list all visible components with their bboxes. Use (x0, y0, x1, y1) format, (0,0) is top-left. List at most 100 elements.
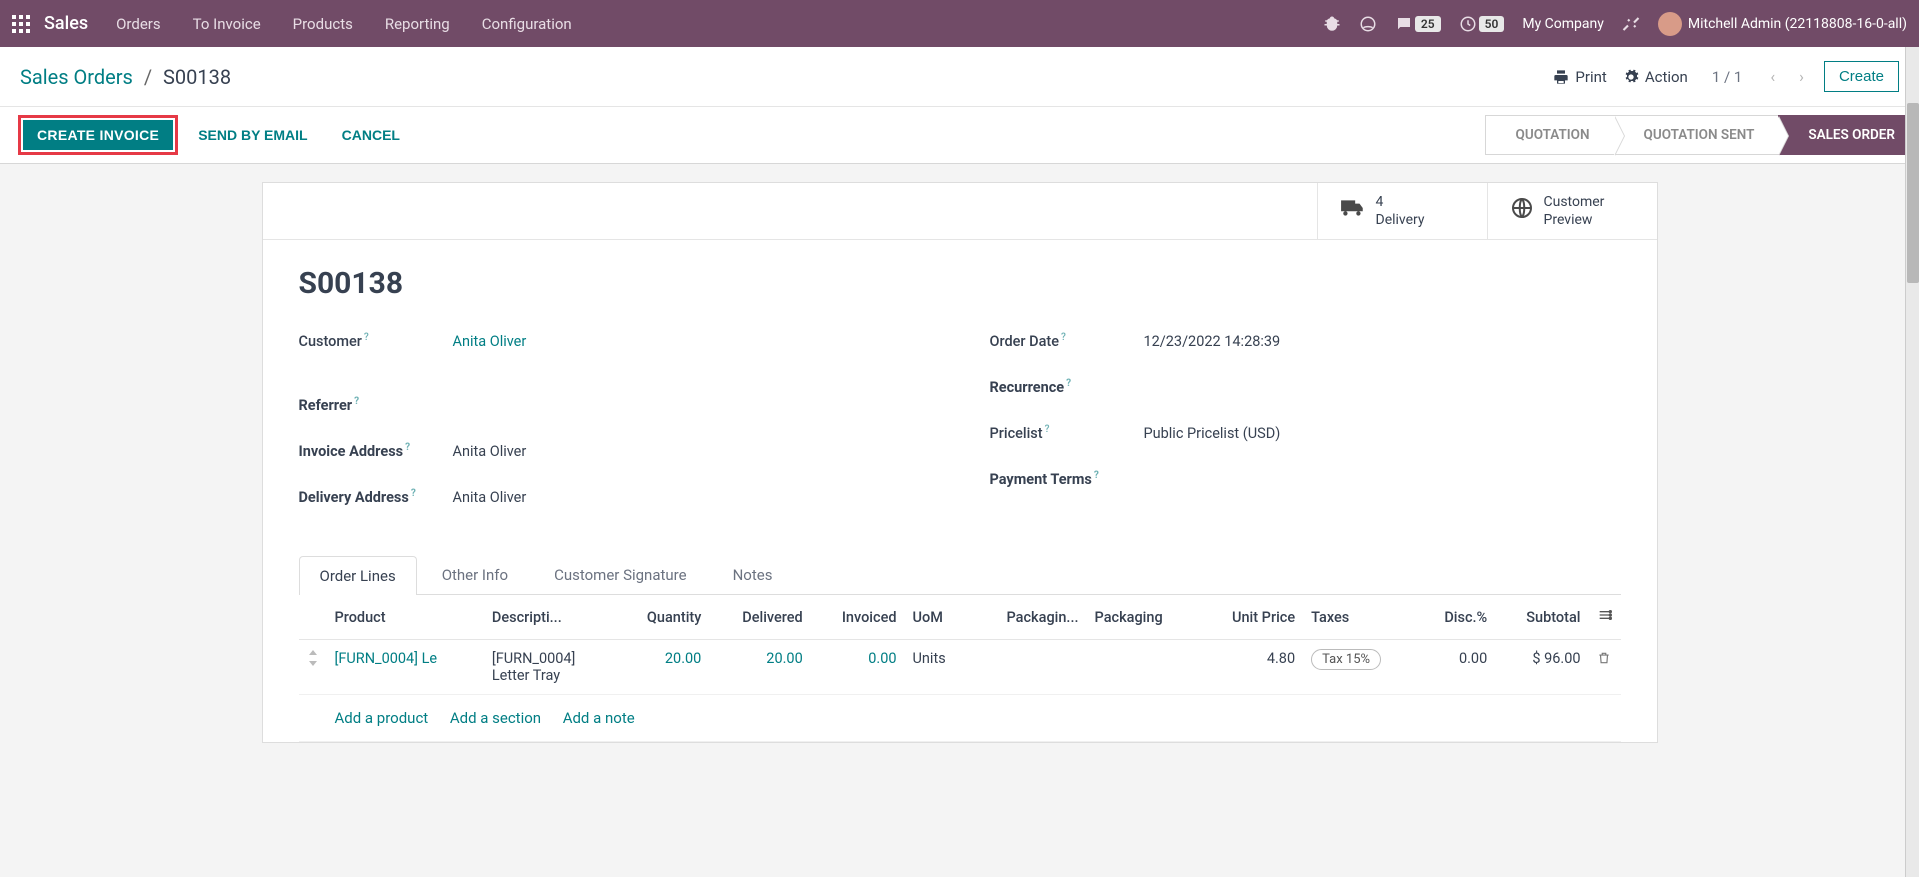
status-quotation-sent[interactable]: QUOTATION SENT (1614, 115, 1779, 155)
order-name: S00138 (299, 266, 1621, 301)
customer-preview-button[interactable]: Customer Preview (1487, 183, 1657, 239)
create-button[interactable]: Create (1824, 61, 1899, 92)
cell-taxes[interactable]: Tax 15% (1303, 640, 1417, 695)
breadcrumb-root[interactable]: Sales Orders (20, 65, 133, 89)
support-icon[interactable] (1359, 15, 1377, 33)
th-subtotal[interactable]: Subtotal (1495, 595, 1588, 640)
menu-to-invoice[interactable]: To Invoice (193, 15, 261, 33)
pager[interactable]: 1 / 1 (1712, 68, 1743, 86)
help-icon[interactable]: ? (364, 332, 369, 343)
help-icon[interactable]: ? (1061, 332, 1066, 343)
top-nav: Sales Orders To Invoice Products Reporti… (0, 0, 1919, 47)
th-product[interactable]: Product (327, 595, 484, 640)
company-switcher[interactable]: My Company (1522, 16, 1604, 32)
print-icon (1553, 69, 1569, 85)
main-menu: Orders To Invoice Products Reporting Con… (116, 15, 572, 33)
th-quantity[interactable]: Quantity (616, 595, 709, 640)
help-icon[interactable]: ? (405, 442, 410, 453)
send-email-button[interactable]: SEND BY EMAIL (184, 120, 321, 150)
cell-delivered[interactable]: 20.00 (709, 640, 810, 695)
cell-invoiced[interactable]: 0.00 (811, 640, 905, 695)
th-uom[interactable]: UoM (905, 595, 970, 640)
column-options-icon[interactable] (1589, 595, 1621, 640)
order-lines-table: Product Descripti... Quantity Delivered … (299, 595, 1621, 742)
th-taxes[interactable]: Taxes (1303, 595, 1417, 640)
delivery-smart-button[interactable]: 4 Delivery (1317, 183, 1487, 239)
action-button[interactable]: Action (1623, 68, 1688, 86)
status-quotation[interactable]: QUOTATION (1485, 115, 1614, 155)
scrollbar[interactable] (1905, 47, 1919, 877)
add-product-link[interactable]: Add a product (335, 709, 429, 727)
add-note-link[interactable]: Add a note (563, 709, 635, 727)
activities-icon[interactable]: 50 (1459, 15, 1505, 33)
help-icon[interactable]: ? (411, 488, 416, 499)
bug-icon[interactable] (1323, 15, 1341, 33)
print-button[interactable]: Print (1553, 68, 1606, 86)
table-row[interactable]: [FURN_0004] Le [FURN_0004] Letter Tray 2… (299, 640, 1621, 695)
messages-icon[interactable]: 25 (1395, 15, 1441, 33)
activities-badge: 50 (1479, 16, 1505, 32)
th-unit-price[interactable]: Unit Price (1198, 595, 1303, 640)
help-icon[interactable]: ? (1094, 470, 1099, 481)
tab-notes[interactable]: Notes (712, 555, 794, 594)
breadcrumb: Sales Orders / S00138 (20, 65, 231, 89)
cell-description[interactable]: [FURN_0004] Letter Tray (484, 640, 616, 695)
order-date-field[interactable]: 12/23/2022 14:28:39 (1144, 333, 1621, 350)
cell-disc[interactable]: 0.00 (1417, 640, 1495, 695)
pricelist-field[interactable]: Public Pricelist (USD) (1144, 425, 1621, 442)
th-invoiced[interactable]: Invoiced (811, 595, 905, 640)
cell-subtotal: $ 96.00 (1495, 640, 1588, 695)
help-icon[interactable]: ? (1066, 378, 1071, 389)
drag-handle-icon[interactable] (299, 640, 327, 695)
label-delivery-address: Delivery Address? (299, 488, 453, 506)
delivery-count: 4 (1376, 193, 1425, 211)
menu-reporting[interactable]: Reporting (385, 15, 450, 33)
tab-customer-signature[interactable]: Customer Signature (533, 555, 708, 594)
help-icon[interactable]: ? (1045, 424, 1050, 435)
action-bar: CREATE INVOICE SEND BY EMAIL CANCEL QUOT… (0, 107, 1919, 164)
create-invoice-button[interactable]: CREATE INVOICE (23, 120, 173, 150)
add-section-link[interactable]: Add a section (450, 709, 541, 727)
pager-next[interactable]: › (1795, 67, 1808, 86)
tax-pill[interactable]: Tax 15% (1311, 649, 1381, 670)
preview-l2: Preview (1544, 211, 1605, 229)
menu-orders[interactable]: Orders (116, 15, 161, 33)
customer-field[interactable]: Anita Oliver (453, 333, 930, 350)
cancel-button[interactable]: CANCEL (328, 120, 414, 150)
delete-line-icon[interactable] (1589, 640, 1621, 695)
cell-packagin[interactable] (970, 640, 1087, 695)
tab-order-lines[interactable]: Order Lines (299, 556, 417, 595)
messages-badge: 25 (1415, 16, 1441, 32)
cell-product[interactable]: [FURN_0004] Le (327, 640, 484, 695)
cell-unit-price[interactable]: 4.80 (1198, 640, 1303, 695)
cell-packaging[interactable] (1087, 640, 1199, 695)
app-brand[interactable]: Sales (44, 13, 88, 34)
menu-products[interactable]: Products (293, 15, 353, 33)
invoice-address-field[interactable]: Anita Oliver (453, 443, 930, 460)
th-packaging[interactable]: Packaging (1087, 595, 1199, 640)
tools-icon[interactable] (1622, 15, 1640, 33)
user-menu[interactable]: Mitchell Admin (22118808-16-0-all) (1658, 12, 1907, 36)
th-description[interactable]: Descripti... (484, 595, 616, 640)
highlight-box: CREATE INVOICE (18, 115, 178, 155)
statusbar: QUOTATION QUOTATION SENT SALES ORDER (1485, 115, 1919, 155)
help-icon[interactable]: ? (354, 396, 359, 407)
status-sales-order[interactable]: SALES ORDER (1778, 115, 1919, 155)
label-referrer: Referrer? (299, 396, 453, 414)
menu-configuration[interactable]: Configuration (482, 15, 572, 33)
pager-prev[interactable]: ‹ (1766, 67, 1779, 86)
th-disc[interactable]: Disc.% (1417, 595, 1495, 640)
tab-other-info[interactable]: Other Info (421, 555, 529, 594)
delivery-address-field[interactable]: Anita Oliver (453, 489, 930, 506)
cell-quantity[interactable]: 20.00 (616, 640, 709, 695)
th-delivered[interactable]: Delivered (709, 595, 810, 640)
cell-uom[interactable]: Units (905, 640, 970, 695)
th-packagin[interactable]: Packagin... (970, 595, 1087, 640)
label-recurrence: Recurrence? (990, 378, 1144, 396)
label-order-date: Order Date? (990, 332, 1144, 350)
label-customer: Customer? (299, 332, 453, 350)
user-name: Mitchell Admin (22118808-16-0-all) (1688, 16, 1907, 32)
add-row: Add a product Add a section Add a note (299, 695, 1621, 742)
scrollbar-thumb[interactable] (1907, 103, 1919, 283)
apps-icon[interactable] (12, 15, 30, 33)
